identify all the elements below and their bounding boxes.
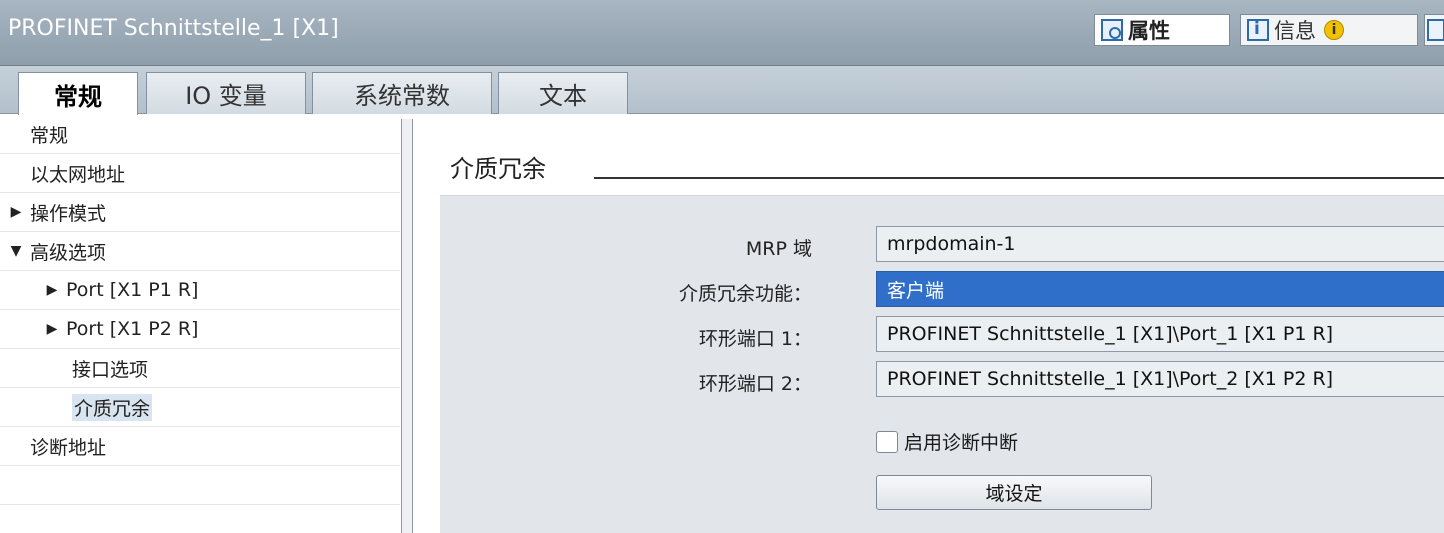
nav-item-label: 常规 — [30, 124, 69, 147]
ring-port-1-label: 环形端口 1： — [698, 328, 812, 350]
expand-arrow-icon[interactable]: ▶ — [44, 321, 60, 337]
info-badge-icon: i — [1324, 20, 1344, 40]
property-nav-tree: 常规 以太网地址 ▶ 操作模式 ▼ 高级选项 ▶ Port [X1 P1 R] ▶ Po… — [0, 115, 400, 533]
inspector-title-bar: PROFINET Schnittstelle_1 [X1] 属性 信息 i — [0, 0, 1444, 66]
tab-properties[interactable]: 属性 — [1094, 14, 1230, 46]
diagnostics-icon — [1427, 19, 1444, 41]
diagnostic-interrupt-label: 启用诊断中断 — [904, 432, 1019, 454]
mrp-domain-label: MRP 域 — [745, 238, 812, 260]
media-redundancy-pane: 介质冗余 MRP 域 mrpdomain-1 介质冗余功能： 客户端 环形端口 … — [414, 115, 1444, 533]
ring-port-1-dropdown[interactable]: PROFINET Schnittstelle_1 [X1]\Port_1 [X1… — [876, 316, 1444, 352]
nav-item-advanced-options[interactable]: ▼ 高级选项 — [0, 232, 400, 271]
nav-item-port-p2[interactable]: ▶ Port [X1 P2 R] — [0, 310, 400, 349]
redundancy-role-label: 介质冗余功能： — [678, 283, 812, 305]
ring-port-2-dropdown[interactable]: PROFINET Schnittstelle_1 [X1]\Port_2 [X1… — [876, 361, 1444, 397]
nav-item-port-p1[interactable]: ▶ Port [X1 P1 R] — [0, 271, 400, 310]
tab-info[interactable]: 信息 i — [1240, 14, 1418, 46]
nav-item-media-redundancy[interactable]: 介质冗余 — [0, 388, 400, 427]
tab-system-constants[interactable]: 系统常数 — [312, 72, 492, 114]
inspector-title: PROFINET Schnittstelle_1 [X1] — [8, 16, 339, 41]
properties-tab-strip: 常规 IO 变量 系统常数 文本 — [0, 66, 1444, 116]
tab-properties-label: 属性 — [1128, 19, 1170, 43]
tab-diagnostics[interactable] — [1424, 14, 1444, 46]
tab-texts[interactable]: 文本 — [498, 72, 628, 114]
nav-item-ethernet-addresses[interactable]: 以太网地址 — [0, 154, 400, 193]
nav-item-interface-options[interactable]: 接口选项 — [0, 349, 400, 388]
section-divider — [594, 177, 1444, 179]
properties-icon — [1101, 19, 1123, 41]
expand-arrow-icon[interactable]: ▶ — [44, 282, 60, 298]
info-icon — [1247, 19, 1269, 41]
nav-item-diagnostics-addresses[interactable]: 诊断地址 — [0, 427, 400, 466]
nav-item-general[interactable]: 常规 — [0, 115, 400, 154]
ring-port-2-label: 环形端口 2： — [698, 373, 812, 395]
nav-item-label: 高级选项 — [30, 241, 107, 264]
section-title: 介质冗余 — [450, 155, 546, 183]
pane-splitter[interactable] — [401, 119, 413, 533]
tab-general[interactable]: 常规 — [18, 72, 138, 116]
expand-arrow-icon[interactable]: ▶ — [8, 204, 24, 220]
tab-info-label: 信息 — [1274, 19, 1316, 43]
nav-item-label: 诊断地址 — [30, 436, 107, 459]
nav-item-label: Port [X1 P1 R] — [66, 279, 199, 301]
nav-empty-row — [0, 466, 400, 505]
diagnostic-interrupt-option[interactable]: 启用诊断中断 — [876, 428, 1018, 455]
diagnostic-interrupt-checkbox[interactable] — [876, 430, 898, 453]
nav-item-label: 操作模式 — [30, 202, 107, 225]
redundancy-role-dropdown[interactable]: 客户端 — [876, 271, 1444, 307]
nav-item-label: Port [X1 P2 R] — [66, 318, 199, 340]
nav-item-label: 接口选项 — [72, 358, 149, 381]
collapse-arrow-icon[interactable]: ▼ — [8, 243, 24, 259]
nav-item-label: 以太网地址 — [30, 163, 126, 186]
nav-item-label: 介质冗余 — [72, 393, 153, 421]
domain-settings-button[interactable]: 域设定 — [876, 475, 1152, 510]
mrp-domain-dropdown[interactable]: mrpdomain-1 — [876, 226, 1444, 262]
media-redundancy-group: MRP 域 mrpdomain-1 介质冗余功能： 客户端 环形端口 1： PR… — [440, 195, 1444, 533]
nav-item-operating-mode[interactable]: ▶ 操作模式 — [0, 193, 400, 232]
tab-io-tags[interactable]: IO 变量 — [146, 72, 306, 114]
